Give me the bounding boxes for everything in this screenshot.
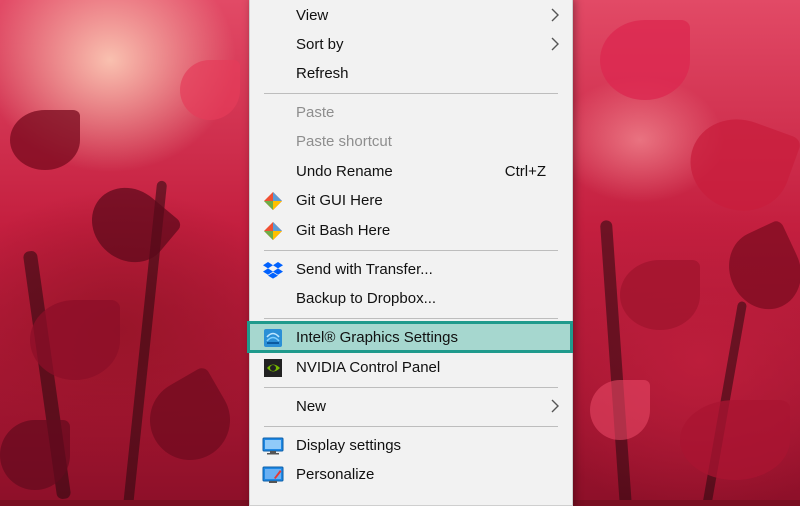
menu-item-label: Personalize	[296, 466, 375, 483]
menu-item-label: Display settings	[296, 437, 402, 454]
menu-item-git-gui-here[interactable]: Git GUI Here	[250, 186, 572, 215]
menu-item-view[interactable]: View	[250, 1, 572, 30]
nvidia-icon	[262, 358, 284, 378]
personalize-icon	[262, 465, 284, 485]
chevron-right-icon	[551, 37, 559, 51]
menu-separator	[264, 387, 558, 388]
desktop-context-menu: View Sort by Refresh Paste Paste shortcu…	[247, 0, 573, 506]
menu-item-undo-rename[interactable]: Undo Rename Ctrl+Z	[250, 157, 572, 186]
menu-item-nvidia-control-panel[interactable]: NVIDIA Control Panel	[250, 353, 572, 382]
menu-item-paste[interactable]: Paste	[250, 98, 572, 127]
git-diamond-icon	[262, 221, 284, 241]
menu-item-git-bash-here[interactable]: Git Bash Here	[250, 216, 572, 245]
monitor-icon	[262, 436, 284, 456]
menu-item-label: Refresh	[296, 65, 349, 82]
menu-item-personalize[interactable]: Personalize	[250, 460, 572, 489]
menu-item-paste-shortcut[interactable]: Paste shortcut	[250, 127, 572, 156]
menu-separator	[264, 250, 558, 251]
chevron-right-icon	[551, 8, 559, 22]
menu-separator	[264, 93, 558, 94]
menu-item-label: NVIDIA Control Panel	[296, 359, 441, 376]
menu-item-label: Git GUI Here	[296, 192, 383, 209]
menu-item-label: Git Bash Here	[296, 222, 391, 239]
menu-item-refresh[interactable]: Refresh	[250, 59, 572, 88]
menu-item-shortcut: Ctrl+Z	[504, 163, 546, 180]
git-diamond-icon	[262, 191, 284, 211]
menu-item-label: Sort by	[296, 36, 344, 53]
menu-item-label: Paste	[296, 104, 335, 121]
menu-item-label: Intel® Graphics Settings	[296, 329, 458, 346]
menu-item-sort-by[interactable]: Sort by	[250, 30, 572, 59]
dropbox-icon	[262, 260, 284, 280]
menu-item-new[interactable]: New	[250, 392, 572, 421]
menu-item-label: Undo Rename	[296, 163, 393, 180]
menu-item-label: New	[296, 398, 327, 415]
chevron-right-icon	[551, 399, 559, 413]
menu-item-intel-graphics-settings[interactable]: Intel® Graphics Settings	[250, 323, 572, 352]
menu-separator	[264, 318, 558, 319]
menu-item-display-settings[interactable]: Display settings	[250, 431, 572, 460]
menu-item-label: Backup to Dropbox...	[296, 290, 437, 307]
menu-item-label: Send with Transfer...	[296, 261, 433, 278]
menu-item-backup-to-dropbox[interactable]: Backup to Dropbox...	[250, 284, 572, 313]
menu-item-send-with-transfer[interactable]: Send with Transfer...	[250, 255, 572, 284]
intel-graphics-icon	[262, 328, 284, 348]
menu-item-label: Paste shortcut	[296, 133, 392, 150]
menu-item-label: View	[296, 7, 329, 24]
menu-separator	[264, 426, 558, 427]
